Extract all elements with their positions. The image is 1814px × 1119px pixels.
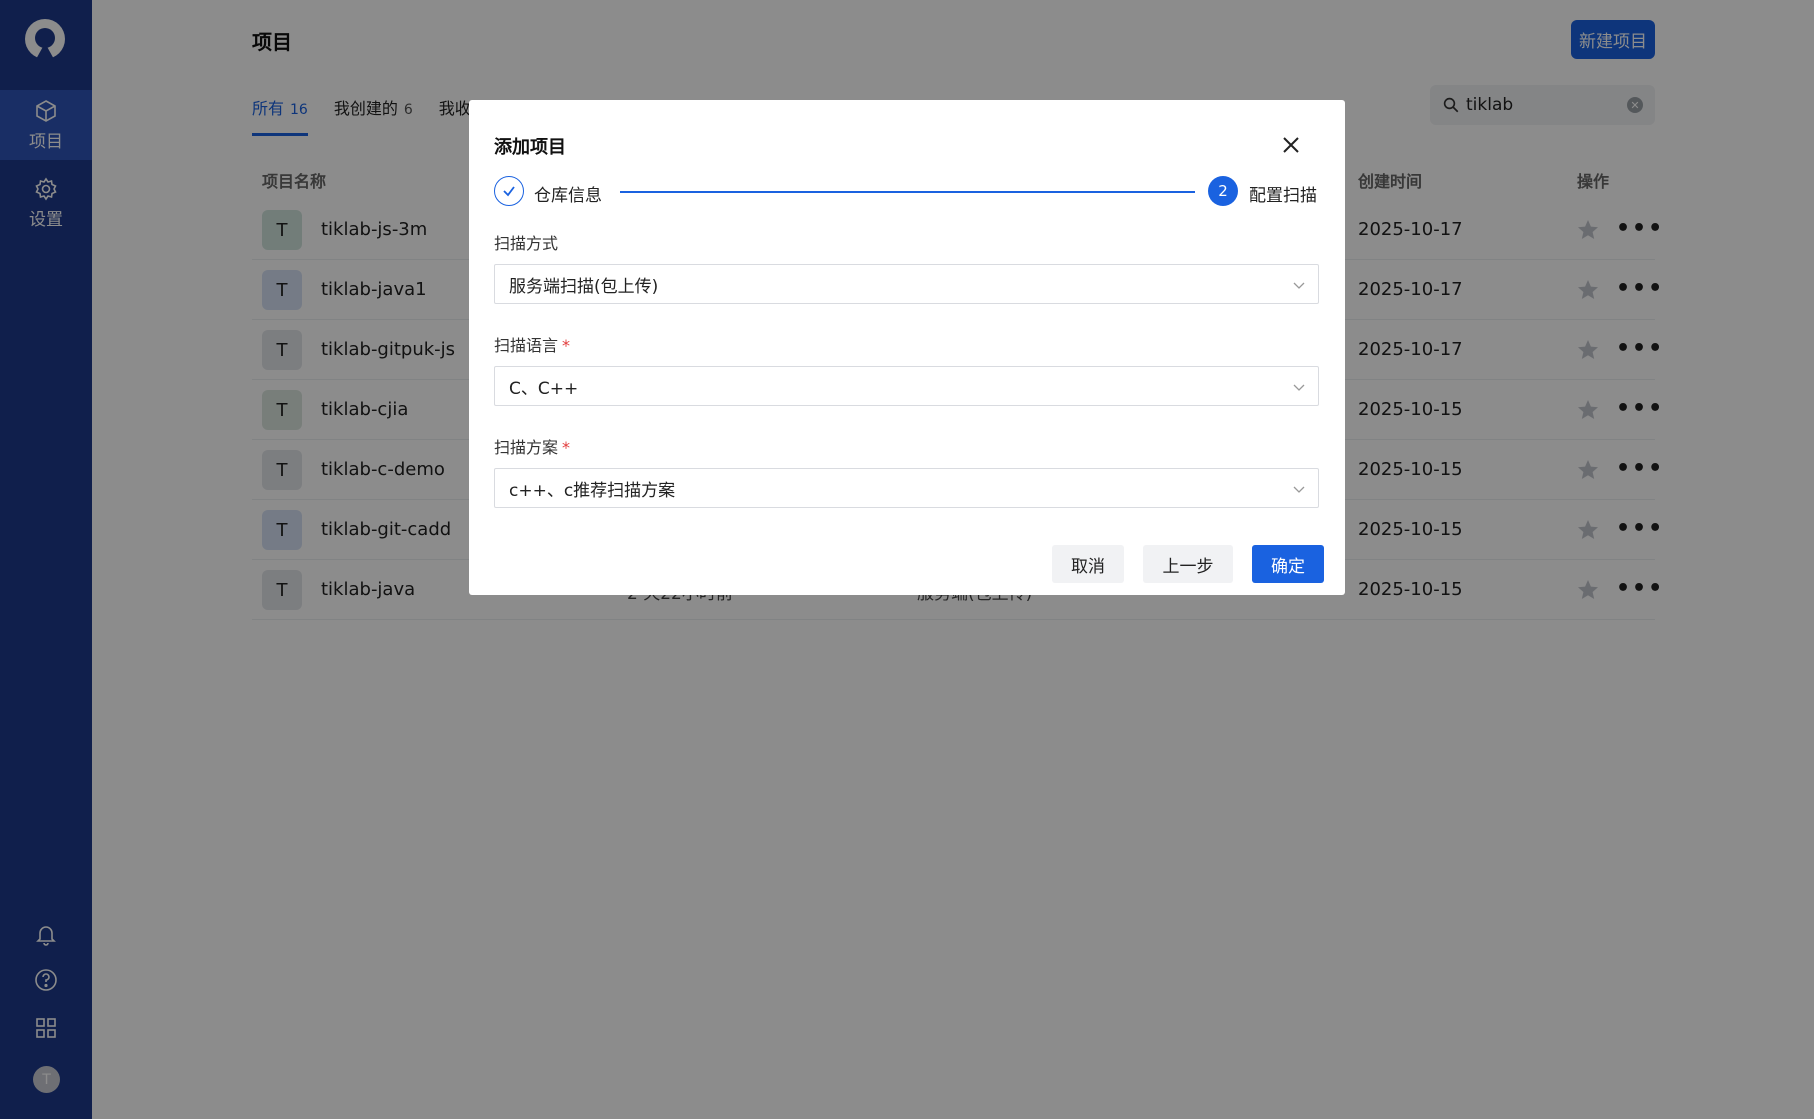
chevron-down-icon xyxy=(1293,384,1305,391)
add-project-dialog: 添加项目 仓库信息 2 配置扫描 扫描方式 服务端扫描(包上传) 扫描语言 * C… xyxy=(469,100,1345,595)
scan-language-select[interactable]: C、C++ xyxy=(494,366,1319,406)
step-2-number: 2 xyxy=(1208,176,1238,206)
previous-step-button[interactable]: 上一步 xyxy=(1143,545,1233,583)
confirm-button[interactable]: 确定 xyxy=(1252,545,1324,583)
step-2-label: 配置扫描 xyxy=(1249,186,1317,206)
chevron-down-icon xyxy=(1293,486,1305,493)
cancel-button[interactable]: 取消 xyxy=(1052,545,1124,583)
dialog-title: 添加项目 xyxy=(494,137,566,158)
step-1-label: 仓库信息 xyxy=(534,186,602,206)
scan-plan-label: 扫描方案 * xyxy=(494,438,571,457)
scan-language-label: 扫描语言 * xyxy=(494,336,571,355)
step-complete-icon xyxy=(494,176,524,206)
step-connector xyxy=(620,191,1195,193)
close-icon[interactable] xyxy=(1279,133,1303,157)
scan-plan-select[interactable]: c++、c推荐扫描方案 xyxy=(494,468,1319,508)
scan-mode-select[interactable]: 服务端扫描(包上传) xyxy=(494,264,1319,304)
chevron-down-icon xyxy=(1293,282,1305,289)
scan-mode-label: 扫描方式 xyxy=(494,234,559,253)
